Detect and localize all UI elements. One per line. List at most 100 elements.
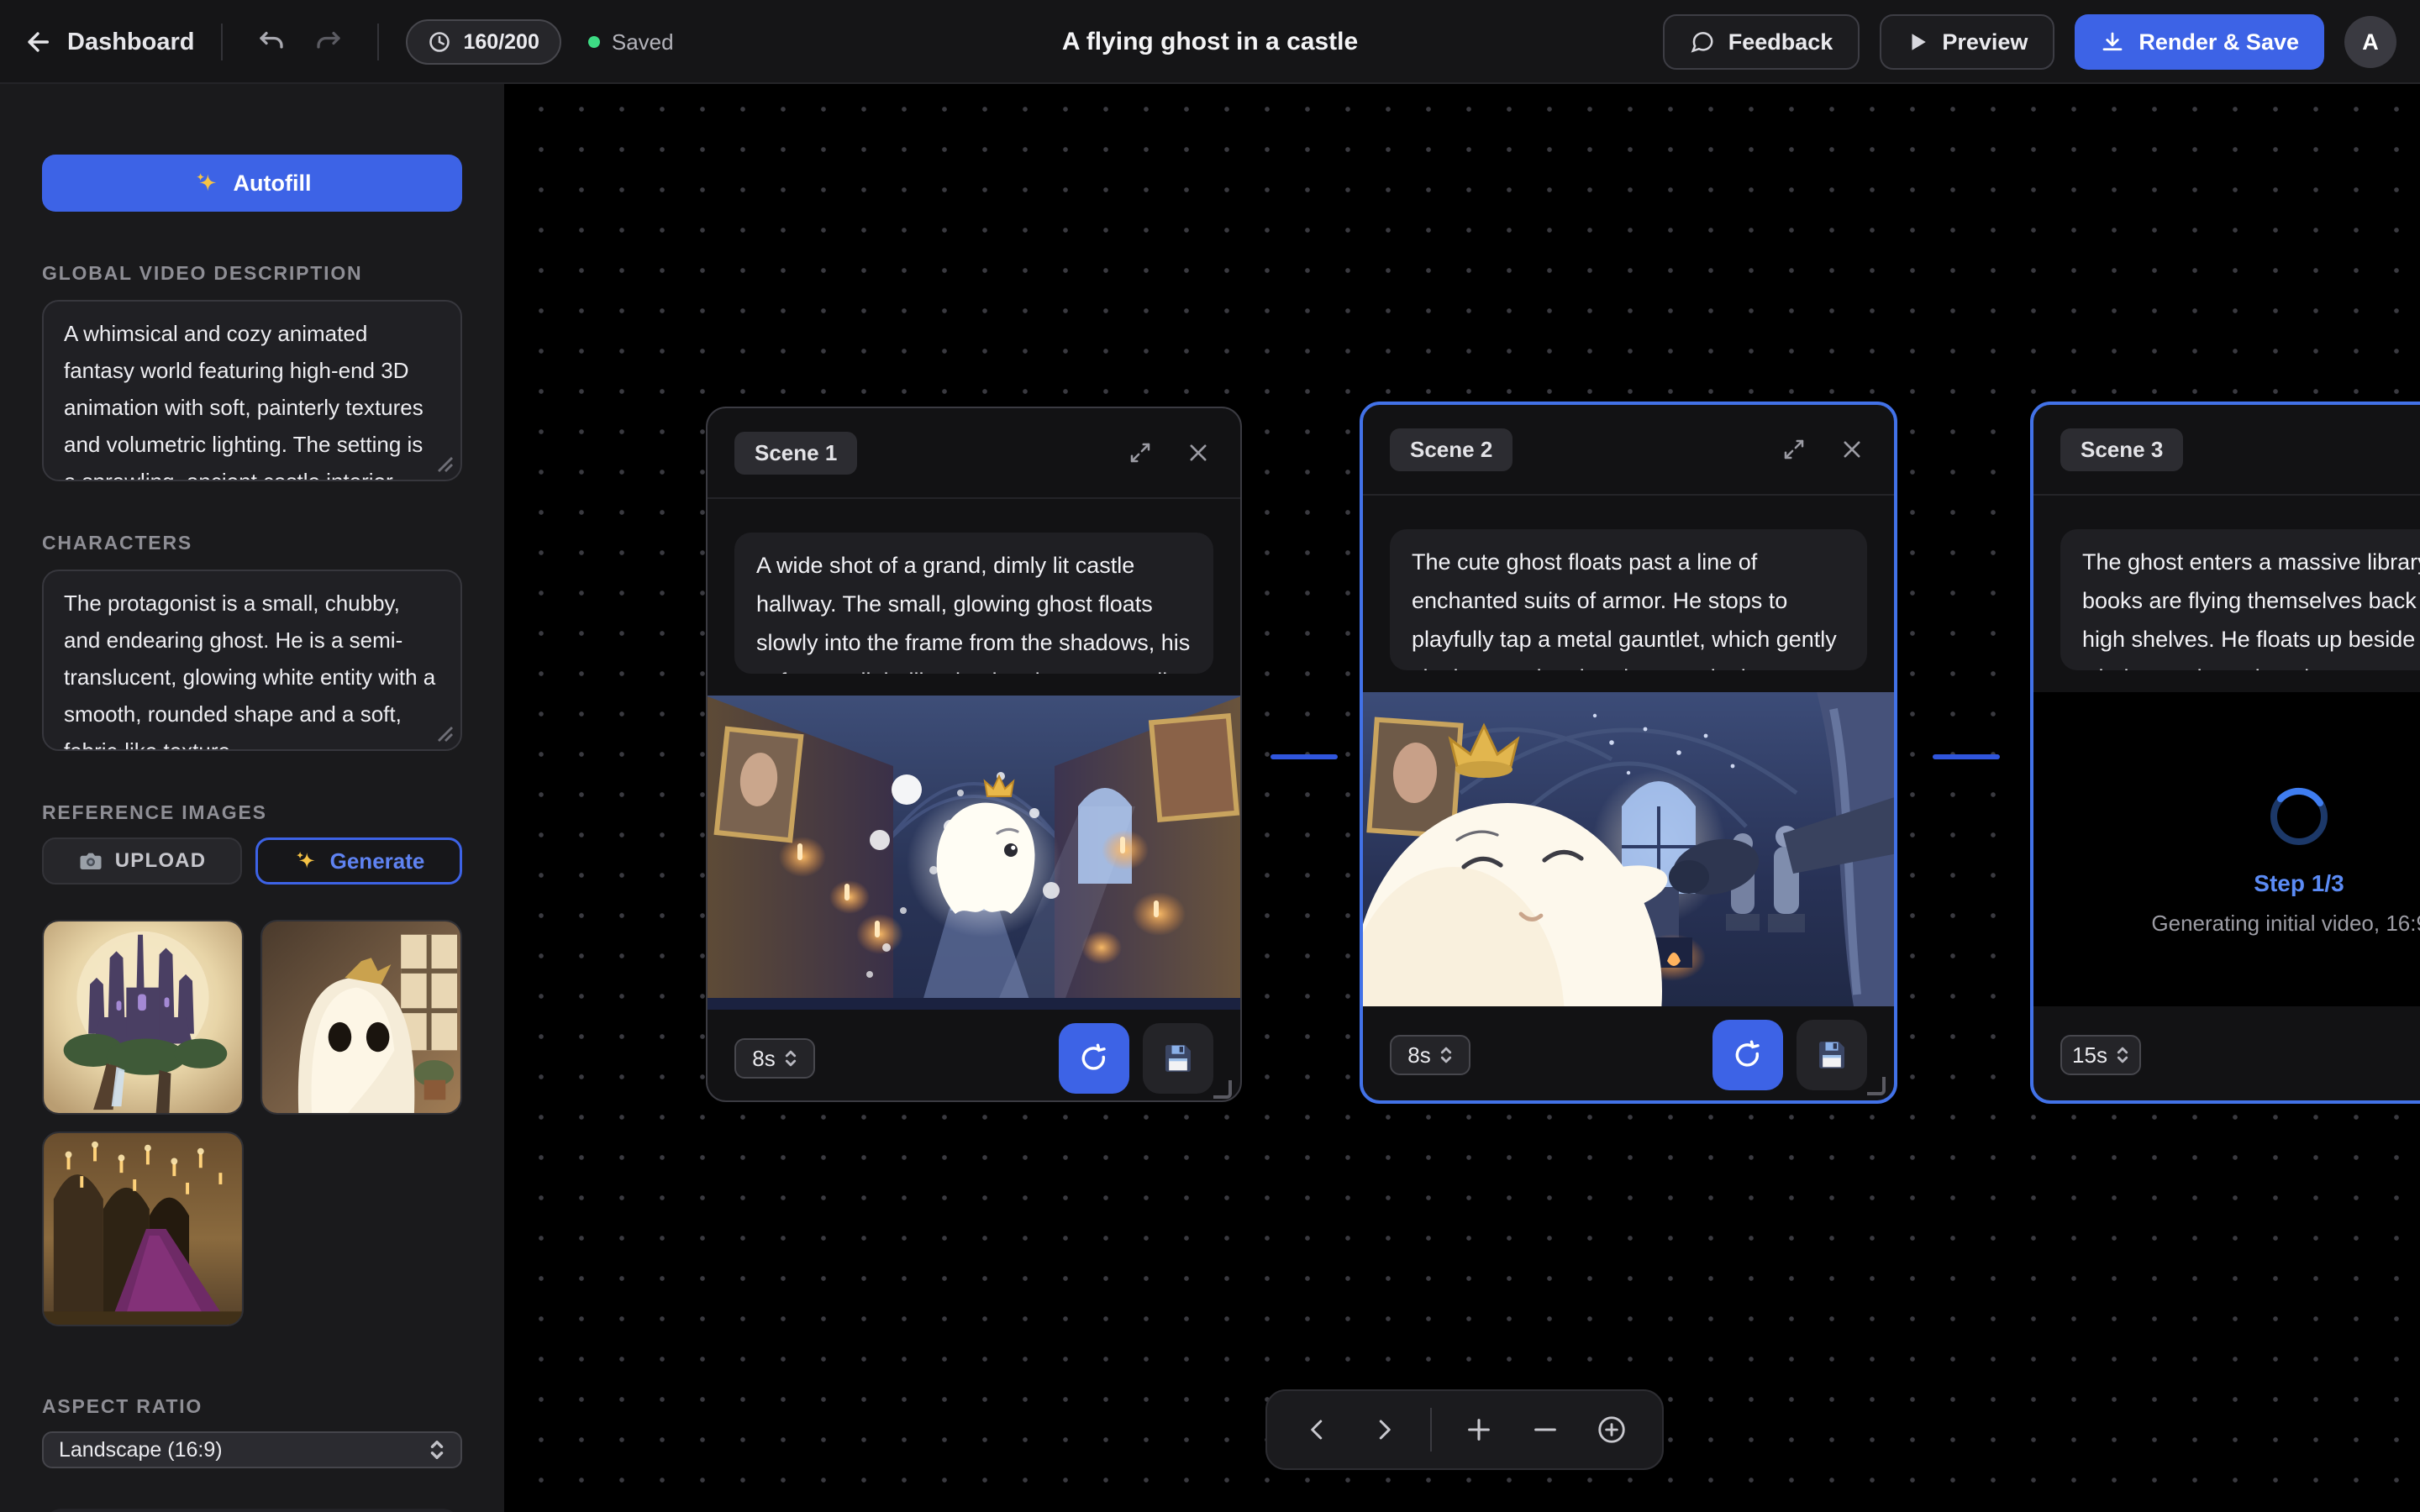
scene-generation-progress: Step 1/3 Generating initial video, 16:9.… [2033, 692, 2420, 1006]
zoom-in-button[interactable] [1449, 1399, 1508, 1460]
close-icon [1186, 441, 1210, 465]
reference-thumbnail-castle[interactable] [42, 920, 244, 1115]
scene-video-preview[interactable] [1363, 692, 1894, 1006]
divider [1430, 1408, 1432, 1452]
back-arrow-icon [24, 28, 52, 56]
card-resize-handle[interactable] [1213, 1080, 1232, 1099]
add-scene-button[interactable] [1582, 1399, 1642, 1460]
scene-video-preview[interactable] [708, 696, 1240, 1010]
reference-thumbnail-ghost[interactable] [260, 920, 462, 1115]
scene-header: Scene 2 [1363, 405, 1894, 496]
select-chevrons-icon [784, 1049, 797, 1068]
scene-prompt-text: The cute ghost floats past a line of enc… [1412, 549, 1837, 670]
duration-value: 8s [752, 1046, 775, 1072]
scene-prompt-textarea[interactable]: A wide shot of a grand, dimly lit castle… [734, 533, 1213, 674]
regenerate-scene-button[interactable] [1712, 1020, 1783, 1090]
scene-footer: 8s [1363, 1006, 1894, 1104]
saved-label: Saved [612, 29, 674, 55]
preview-button[interactable]: Preview [1880, 14, 2054, 70]
sparkles-icon [293, 848, 318, 874]
step-label: Step 1/3 [2254, 870, 2344, 897]
scene-prompt-textarea[interactable]: The ghost enters a massive library where… [2060, 529, 2420, 670]
close-scene-button[interactable] [1837, 434, 1867, 465]
divider [377, 24, 379, 60]
global-description-textarea[interactable]: A whimsical and cozy animated fantasy wo… [42, 300, 462, 481]
divider [221, 24, 223, 60]
duration-select[interactable]: 15s [2060, 1035, 2141, 1075]
aspect-ratio-value: Landscape (16:9) [59, 1438, 223, 1462]
scene-card-3[interactable]: Scene 3 The ghost enters a massive libra… [2030, 402, 2420, 1104]
play-icon [1907, 31, 1928, 53]
scene-badge: Scene 1 [734, 432, 857, 475]
previous-scene-button[interactable] [1287, 1399, 1347, 1460]
back-label: Dashboard [67, 29, 194, 56]
scene-badge: Scene 2 [1390, 428, 1512, 471]
reference-images-label: REFERENCE IMAGES [42, 801, 462, 824]
close-scene-button[interactable] [1183, 438, 1213, 468]
regenerate-scene-button[interactable] [1059, 1023, 1129, 1094]
select-chevrons-icon [1439, 1046, 1453, 1064]
global-description-text: A whimsical and cozy animated fantasy wo… [64, 321, 424, 481]
card-resize-handle[interactable] [1867, 1077, 1886, 1095]
scene-connector-2-3 [1933, 754, 2000, 759]
sparkles-icon [193, 170, 220, 197]
aspect-ratio-select[interactable]: Landscape (16:9) [42, 1431, 462, 1468]
scene-1-frame [708, 696, 1240, 1010]
reference-thumbnail-hallway[interactable] [42, 1131, 244, 1326]
generate-button[interactable]: Generate [255, 837, 462, 885]
zoom-out-button[interactable] [1516, 1399, 1576, 1460]
duration-select[interactable]: 8s [734, 1038, 815, 1079]
scene-prompt-text: A wide shot of a grand, dimly lit castle… [756, 553, 1190, 674]
ghost-reference-image [262, 921, 460, 1113]
minus-icon [1531, 1415, 1560, 1444]
expand-scene-button[interactable] [1778, 433, 1810, 465]
refresh-icon [1733, 1040, 1763, 1070]
save-scene-button[interactable] [1143, 1023, 1213, 1094]
expand-icon [1781, 437, 1807, 462]
scene-card-1[interactable]: Scene 1 A wide shot of a grand, dimly li… [706, 407, 1242, 1102]
global-description-label: GLOBAL VIDEO DESCRIPTION [42, 262, 462, 285]
preview-label: Preview [1942, 29, 2028, 55]
scene-prompt-textarea[interactable]: The cute ghost floats past a line of enc… [1390, 529, 1867, 670]
credits-value: 160/200 [463, 30, 539, 55]
storyboard-canvas[interactable]: Scene 1 A wide shot of a grand, dimly li… [504, 84, 2420, 1512]
characters-textarea[interactable]: The protagonist is a small, chubby, and … [42, 570, 462, 751]
next-scene-button[interactable] [1354, 1399, 1413, 1460]
generate-label: Generate [330, 848, 425, 874]
upload-button[interactable]: UPLOAD [42, 837, 242, 885]
textarea-resize-handle[interactable] [437, 456, 454, 473]
save-status: Saved [588, 29, 674, 55]
back-to-dashboard-button[interactable]: Dashboard [24, 28, 194, 56]
floppy-disk-icon [1815, 1038, 1849, 1072]
castle-reference-image [44, 921, 242, 1113]
saved-dot-icon [588, 36, 600, 48]
save-scene-button[interactable] [1797, 1020, 1867, 1090]
duration-select[interactable]: 8s [1390, 1035, 1470, 1075]
close-icon [1840, 438, 1864, 461]
hallway-reference-image [44, 1133, 242, 1325]
scene-footer: 8s [708, 1010, 1240, 1102]
credits-pill[interactable]: 160/200 [406, 19, 560, 65]
camera-icon [78, 848, 103, 874]
scene-header: Scene 1 [708, 408, 1240, 499]
redo-button[interactable] [307, 20, 350, 64]
chevron-left-icon [1305, 1417, 1330, 1442]
textarea-resize-handle[interactable] [437, 726, 454, 743]
scene-header: Scene 3 [2033, 405, 2420, 496]
top-bar: Dashboard 160/200 Saved A flying ghost i… [0, 0, 2420, 84]
plus-icon [1465, 1415, 1493, 1444]
expand-scene-button[interactable] [1124, 437, 1156, 469]
floppy-disk-icon [1161, 1042, 1195, 1075]
select-chevrons-icon [2116, 1046, 2129, 1064]
scene-card-2[interactable]: Scene 2 The cute ghost floats past a lin… [1360, 402, 1897, 1104]
duration-value: 8s [1407, 1042, 1430, 1068]
undo-button[interactable] [250, 20, 293, 64]
autofill-button[interactable]: Autofill [42, 155, 462, 212]
user-avatar[interactable]: A [2344, 16, 2396, 68]
feedback-button[interactable]: Feedback [1663, 14, 1860, 70]
download-icon [2100, 29, 2125, 55]
undo-icon [256, 27, 287, 57]
clock-icon [428, 30, 451, 54]
render-save-button[interactable]: Render & Save [2075, 14, 2324, 70]
app-window: Dashboard 160/200 Saved A flying ghost i… [0, 0, 2420, 1512]
